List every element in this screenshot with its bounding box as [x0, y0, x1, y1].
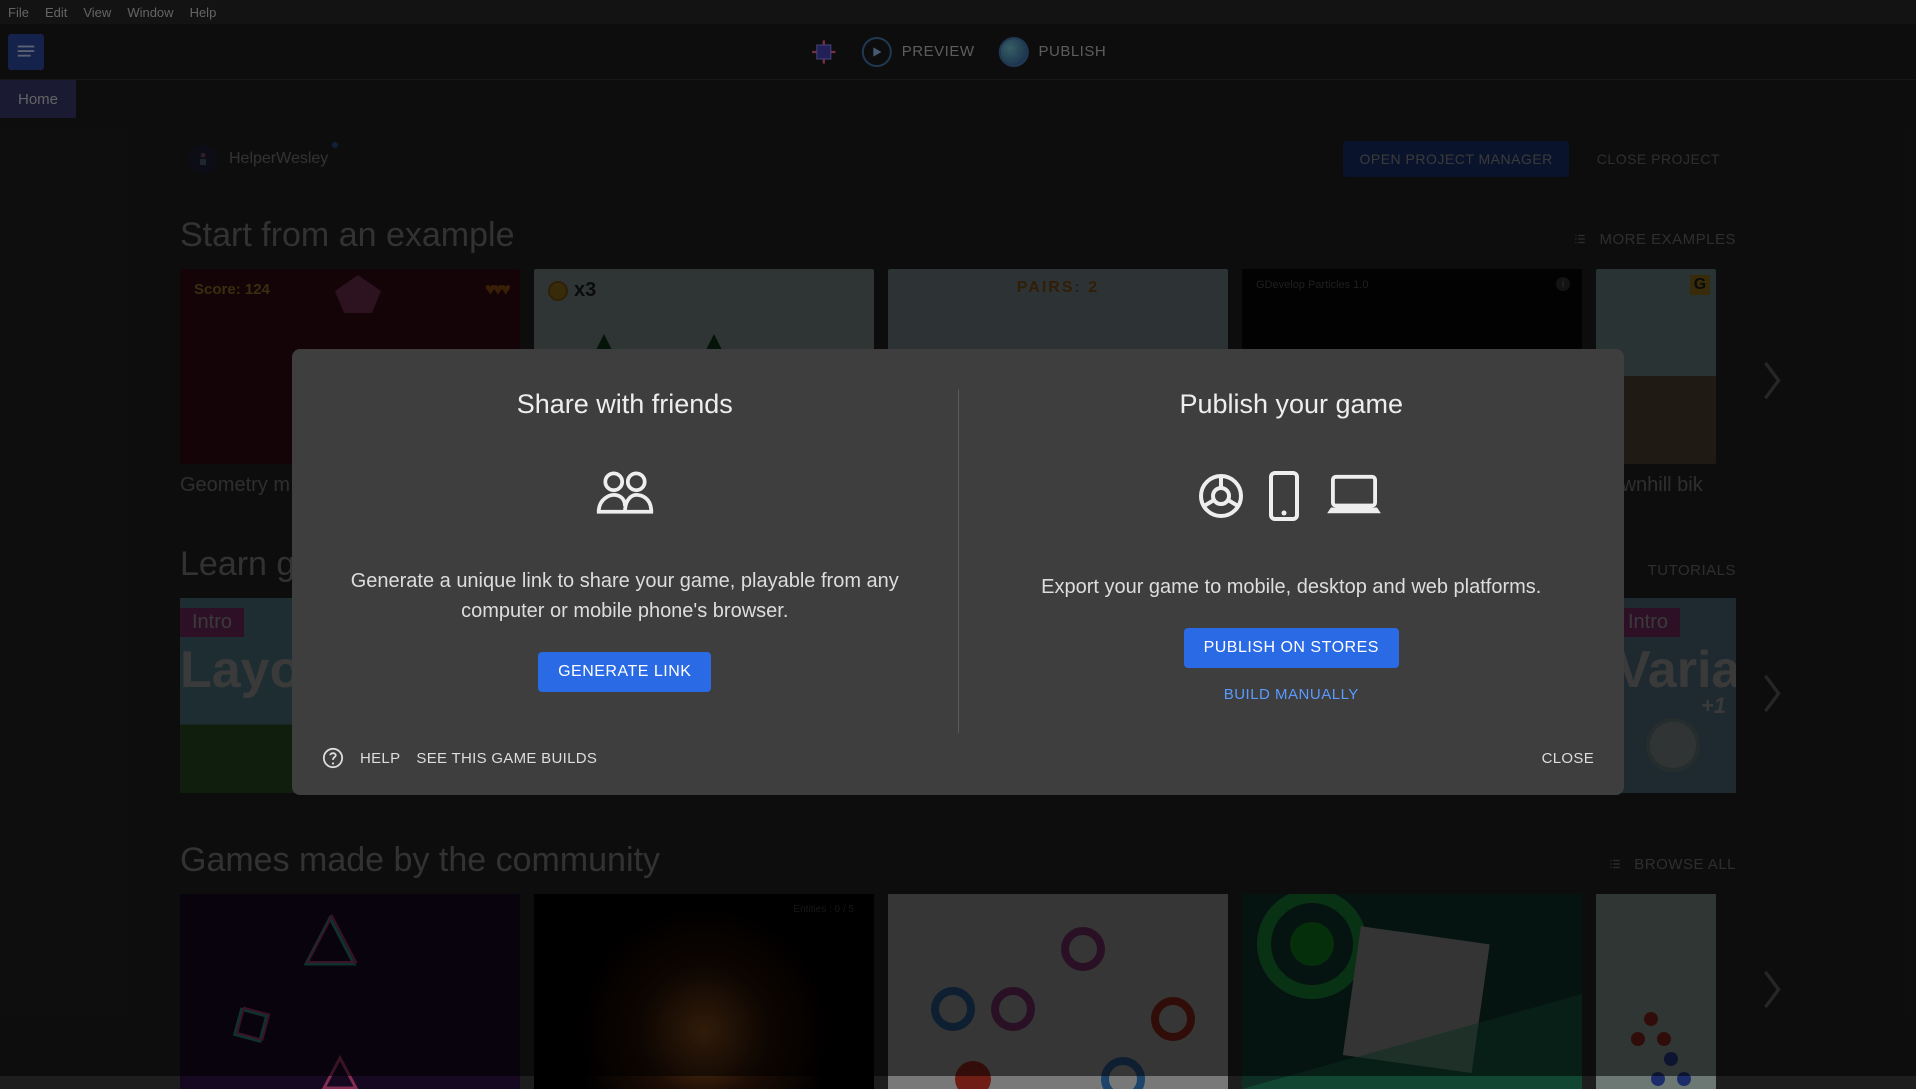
share-desc: Generate a unique link to share your gam… — [332, 566, 918, 626]
examples-title: Start from an example — [180, 216, 514, 255]
ring-icon — [928, 984, 978, 1034]
user-pill[interactable]: HelperWesley — [180, 138, 347, 180]
ring-icon — [988, 984, 1038, 1034]
preview-label: PREVIEW — [902, 43, 975, 60]
learn-card[interactable]: Intro Variab +1 — [1616, 598, 1736, 793]
example-score: Score: 124 — [194, 281, 270, 298]
menu-edit[interactable]: Edit — [45, 5, 67, 20]
menubar: File Edit View Window Help — [0, 0, 1916, 24]
panel-icon — [15, 41, 37, 63]
chevron-right-icon — [1758, 359, 1786, 403]
orb-icon — [1646, 718, 1700, 772]
publish-action[interactable]: PUBLISH — [998, 37, 1106, 67]
tabs-row: Home — [0, 80, 1916, 118]
more-examples-label: MORE EXAMPLES — [1599, 231, 1736, 248]
list-icon — [1606, 857, 1624, 871]
info-icon: i — [1556, 277, 1570, 291]
chip-icon — [810, 38, 838, 66]
tutorials-label: TUTORIALS — [1648, 562, 1736, 579]
community-card[interactable] — [1242, 894, 1582, 1089]
learn-word: Variab — [1616, 640, 1736, 700]
plus-one-label: +1 — [1701, 693, 1726, 719]
generate-link-button[interactable]: GENERATE LINK — [538, 652, 711, 692]
close-project-button[interactable]: CLOSE PROJECT — [1581, 141, 1736, 177]
menu-window[interactable]: Window — [127, 5, 173, 20]
close-button[interactable]: CLOSE — [1542, 750, 1594, 767]
user-avatar-icon — [189, 145, 217, 173]
help-icon — [322, 747, 344, 769]
share-panel: Share with friends Generate a unique lin… — [292, 389, 959, 733]
game-meta: Entities : 0 / 5 — [793, 904, 854, 915]
community-title: Games made by the community — [180, 841, 660, 880]
build-manually-button[interactable]: BUILD MANUALLY — [1224, 686, 1359, 703]
coin-mult: x3 — [574, 279, 596, 302]
debug-action[interactable] — [810, 38, 838, 66]
section-community: Games made by the community BROWSE ALL E… — [180, 841, 1736, 1089]
ring-icon — [1148, 994, 1198, 1044]
menu-file[interactable]: File — [8, 5, 29, 20]
menu-view[interactable]: View — [83, 5, 111, 20]
intro-tag: Intro — [1616, 608, 1680, 637]
people-icon — [595, 470, 655, 516]
laptop-icon — [1323, 473, 1385, 519]
ring-icon — [1058, 924, 1108, 974]
ring-icon — [1098, 1054, 1148, 1089]
carousel-next-button[interactable] — [1758, 359, 1786, 408]
intro-tag: Intro — [180, 608, 244, 637]
abstract-art-icon — [1242, 894, 1582, 1089]
hearts-icon: ♥♥♥ — [485, 279, 508, 300]
community-card[interactable] — [180, 894, 520, 1089]
community-card[interactable]: Entities : 0 / 5 — [534, 894, 874, 1089]
chevron-right-icon — [1758, 671, 1786, 715]
publish-label: PUBLISH — [1038, 43, 1106, 60]
square-icon — [230, 1004, 274, 1048]
browser-icon — [1197, 472, 1245, 520]
user-name: HelperWesley — [229, 150, 328, 168]
carousel-next-button[interactable] — [1758, 671, 1786, 720]
help-link[interactable]: HELP — [360, 750, 400, 767]
ring-icon — [948, 1054, 998, 1089]
menu-help[interactable]: Help — [190, 5, 217, 20]
browse-all-label: BROWSE ALL — [1634, 856, 1736, 873]
more-examples-link[interactable]: MORE EXAMPLES — [1571, 231, 1736, 248]
notification-dot-icon — [332, 142, 338, 148]
publish-desc: Export your game to mobile, desktop and … — [1041, 572, 1541, 602]
browse-all-link[interactable]: BROWSE ALL — [1606, 856, 1736, 873]
pentagon-icon — [333, 273, 383, 313]
carousel-next-button[interactable] — [1758, 967, 1786, 1016]
molecule-icon — [1646, 1044, 1696, 1089]
project-panel-button[interactable] — [8, 34, 44, 70]
triangle-icon — [300, 914, 360, 974]
see-builds-link[interactable]: SEE THIS GAME BUILDS — [416, 750, 597, 767]
publish-on-stores-button[interactable]: PUBLISH ON STORES — [1184, 628, 1399, 668]
community-card[interactable] — [888, 894, 1228, 1089]
tutorials-link[interactable]: TUTORIALS — [1648, 562, 1736, 579]
open-project-manager-button[interactable]: OPEN PROJECT MANAGER — [1343, 141, 1568, 177]
publish-panel: Publish your game — [959, 389, 1625, 733]
share-title: Share with friends — [517, 389, 733, 420]
triangle-icon — [320, 1054, 360, 1089]
coin-icon — [548, 281, 568, 301]
badge-icon: G — [1690, 275, 1710, 295]
globe-icon — [998, 37, 1028, 67]
preview-action[interactable]: PREVIEW — [862, 37, 975, 67]
publish-title: Publish your game — [1179, 389, 1403, 420]
particles-title: GDevelop Particles 1.0 — [1256, 279, 1369, 291]
list-icon — [1571, 232, 1589, 246]
community-card[interactable] — [1596, 894, 1716, 1089]
play-icon — [862, 37, 892, 67]
toolbar: PREVIEW PUBLISH — [0, 24, 1916, 80]
publish-modal: Share with friends Generate a unique lin… — [292, 349, 1624, 795]
chevron-right-icon — [1758, 967, 1786, 1011]
mobile-icon — [1267, 470, 1301, 522]
tab-home[interactable]: Home — [0, 80, 76, 118]
